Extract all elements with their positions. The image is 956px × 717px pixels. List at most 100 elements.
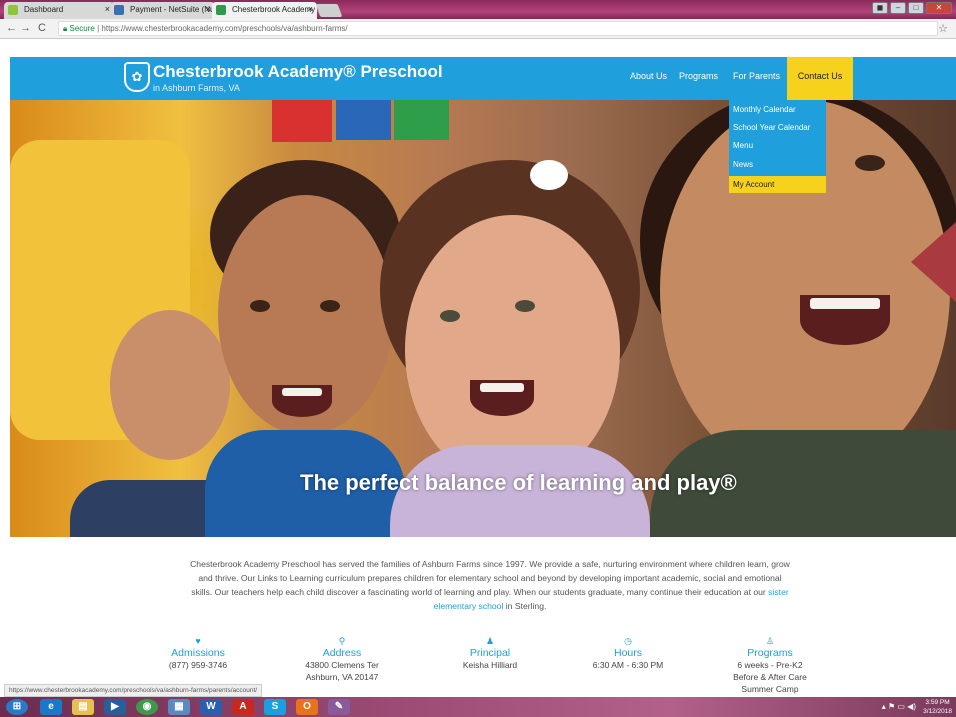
info-title[interactable]: Hours (558, 647, 698, 659)
intro-text-end: in Sterling. (503, 601, 547, 611)
dropdown-item-school-year-calendar[interactable]: School Year Calendar (733, 123, 810, 132)
dropdown-item-monthly-calendar[interactable]: Monthly Calendar (733, 105, 796, 114)
info-line: 43800 Clemens Ter (305, 660, 379, 670)
info-title[interactable]: Admissions (128, 647, 268, 659)
media-player-icon[interactable]: ▶ (104, 699, 126, 715)
secure-label: Secure (69, 24, 95, 33)
tab-label: Chesterbrook Academy (232, 5, 316, 14)
bookmark-star-icon[interactable]: ☆ (938, 22, 948, 35)
child-teeth (282, 388, 322, 396)
reload-icon[interactable]: C (38, 22, 46, 34)
dropdown-item-my-account[interactable]: My Account (729, 176, 826, 193)
info-line: Ashburn, VA 20147 (305, 672, 379, 682)
word-icon[interactable]: W (200, 699, 222, 715)
tab-label: Dashboard (24, 5, 64, 14)
nav-contact-us[interactable]: Contact Us (787, 57, 853, 100)
tab-netsuite[interactable]: Payment - NetSuite (Nu × (110, 2, 215, 19)
network-icon[interactable]: ▭ (897, 702, 905, 711)
child-eye (515, 300, 535, 312)
brand-location: in Ashburn Farms, VA (153, 83, 240, 93)
info-title[interactable]: Principal (420, 647, 560, 659)
url-text: https://www.chesterbrookacademy.com/pres… (101, 24, 348, 33)
maximize-icon[interactable]: □ (908, 2, 924, 14)
clock[interactable]: 3:59 PM 3/12/2018 (923, 698, 952, 716)
dropdown-item-menu[interactable]: Menu (733, 141, 753, 150)
chesterbrook-tab-icon (216, 5, 226, 15)
info-title[interactable]: Address (272, 647, 412, 659)
info-line: Summer Camp (741, 684, 799, 694)
info-programs: ♙ Programs 6 weeks - Pre-K2 Before & Aft… (700, 636, 840, 695)
tab-chesterbrook[interactable]: Chesterbrook Academy × (212, 2, 317, 19)
child-eye (250, 300, 270, 312)
child-eye (440, 310, 460, 322)
window-controls: ◼ – □ ✕ (872, 2, 952, 16)
url-input[interactable]: 🔒︎ Secure | https://www.chesterbrookacad… (58, 21, 938, 36)
toy-block (272, 100, 332, 142)
user-icon[interactable]: ◼ (872, 2, 888, 14)
netsuite-tab-icon (114, 5, 124, 15)
child-eye (320, 300, 340, 312)
child-teeth (810, 298, 880, 309)
lock-icon: 🔒︎ (63, 24, 68, 33)
skype-icon[interactable]: S (264, 699, 286, 715)
child-face (110, 310, 230, 460)
site-header: ✿ Chesterbrook Academy® Preschool in Ash… (10, 57, 956, 100)
clock-time: 3:59 PM (925, 699, 950, 706)
acrobat-icon[interactable]: A (232, 699, 254, 715)
close-window-icon[interactable]: ✕ (926, 2, 952, 14)
hero-tagline: The perfect balance of learning and play… (300, 470, 737, 495)
info-line: 6 weeks - Pre-K2 (737, 660, 803, 670)
toy-block (394, 100, 449, 140)
system-tray: ▴ ⚑ ▭ ◀) (882, 702, 916, 711)
nav-programs[interactable]: Programs (679, 71, 718, 81)
dropdown-item-news[interactable]: News (733, 160, 753, 169)
child-eye (855, 155, 885, 171)
info-line: 6:30 AM - 6:30 PM (592, 660, 664, 670)
heart-icon: ♥ (195, 636, 201, 646)
clock-date: 3/12/2018 (923, 708, 952, 715)
outlook-icon[interactable]: O (296, 699, 318, 715)
annotation-arrow (911, 222, 956, 302)
chesterbrook-logo-icon[interactable]: ✿ (124, 62, 150, 92)
nav-for-parents[interactable]: For Parents (733, 71, 780, 81)
status-bar-url: https://www.chesterbrookacademy.com/pres… (4, 684, 263, 697)
address-bar: ← → C 🔒︎ Secure | https://www.chesterbro… (0, 19, 956, 39)
dashboard-tab-icon (8, 5, 18, 15)
info-line: Before & After Care (733, 672, 807, 682)
info-admissions: ♥ Admissions (877) 959-3746 (128, 636, 268, 671)
location-pin-icon: ⚲ (338, 636, 346, 646)
calculator-icon[interactable]: ▦ (168, 699, 190, 715)
tab-label: Payment - NetSuite (Nu (130, 5, 215, 14)
minimize-icon[interactable]: – (890, 2, 906, 14)
flag-icon[interactable]: ⚑ (888, 702, 895, 711)
tray-expand-icon[interactable]: ▴ (882, 702, 886, 711)
brand-title[interactable]: Chesterbrook Academy® Preschool (153, 62, 443, 82)
child-teeth (480, 383, 524, 392)
info-line[interactable]: (877) 959-3746 (128, 659, 268, 671)
chrome-icon[interactable]: ◉ (136, 699, 158, 715)
back-icon[interactable]: ← (6, 22, 17, 34)
forward-icon[interactable]: → (20, 22, 31, 34)
close-icon[interactable]: × (206, 4, 211, 14)
tab-dashboard[interactable]: Dashboard × (4, 2, 114, 19)
browser-titlebar: Dashboard × Payment - NetSuite (Nu × Che… (0, 0, 956, 19)
clock-icon: ◷ (624, 636, 632, 646)
new-tab-button[interactable] (315, 4, 343, 17)
info-principal: ♟ Principal Keisha Hilliard (420, 636, 560, 671)
info-address: ⚲ Address 43800 Clemens Ter Ashburn, VA … (272, 636, 412, 683)
info-title[interactable]: Programs (700, 647, 840, 659)
info-hours: ◷ Hours 6:30 AM - 6:30 PM (558, 636, 698, 671)
start-button-icon[interactable]: ⊞ (6, 699, 28, 715)
my-account-label: My Account (733, 180, 775, 189)
toy-block (336, 100, 391, 140)
taskbar: ⊞ e ▤ ▶ ◉ ▦ W A S O ✎ ▴ ⚑ ▭ ◀) 3:59 PM 3… (0, 697, 956, 717)
paint-icon[interactable]: ✎ (328, 699, 350, 715)
nav-about-us[interactable]: About Us (630, 71, 667, 81)
for-parents-dropdown: Monthly Calendar School Year Calendar Me… (729, 100, 826, 193)
internet-explorer-icon[interactable]: e (40, 699, 62, 715)
volume-icon[interactable]: ◀) (907, 702, 916, 711)
intro-paragraph: Chesterbrook Academy Preschool has serve… (190, 557, 790, 613)
close-icon[interactable]: × (308, 4, 313, 14)
hair-bow (530, 160, 568, 190)
file-explorer-icon[interactable]: ▤ (72, 699, 94, 715)
